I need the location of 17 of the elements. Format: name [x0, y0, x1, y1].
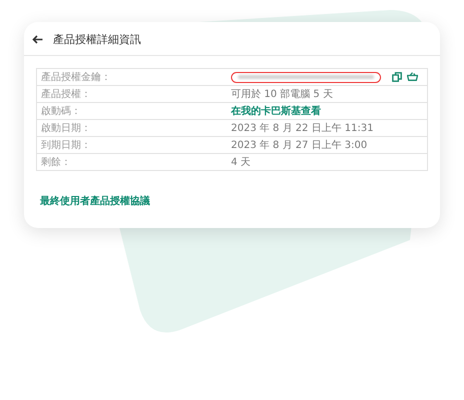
basket-icon[interactable]: [407, 72, 418, 81]
field-label: 產品授權金鑰：: [40, 70, 112, 84]
back-button[interactable]: [32, 35, 43, 44]
field-label: 剩餘：: [40, 156, 72, 169]
field-label: 啟動日期：: [40, 122, 92, 135]
field-value: 2023 年 8 月 22 日上午 11:31: [231, 122, 374, 135]
copy-icon[interactable]: [392, 72, 402, 82]
page-title: 產品授權詳細資訊: [53, 32, 141, 47]
field-value: 4 天: [231, 156, 251, 169]
field-value: 2023 年 8 月 27 日上午 3:00: [231, 138, 368, 152]
license-agreement-link[interactable]: 最終使用者產品授權協議: [40, 196, 150, 207]
view-link[interactable]: 在我的卡巴斯基查看: [231, 104, 321, 118]
field-label: 到期日期：: [40, 138, 92, 152]
field-value: 可用於 10 部電腦 5 天: [231, 88, 333, 101]
back-arrow-icon: [32, 35, 43, 44]
field-label: 產品授權：: [40, 88, 92, 101]
field-label: 啟動碼：: [40, 105, 82, 118]
